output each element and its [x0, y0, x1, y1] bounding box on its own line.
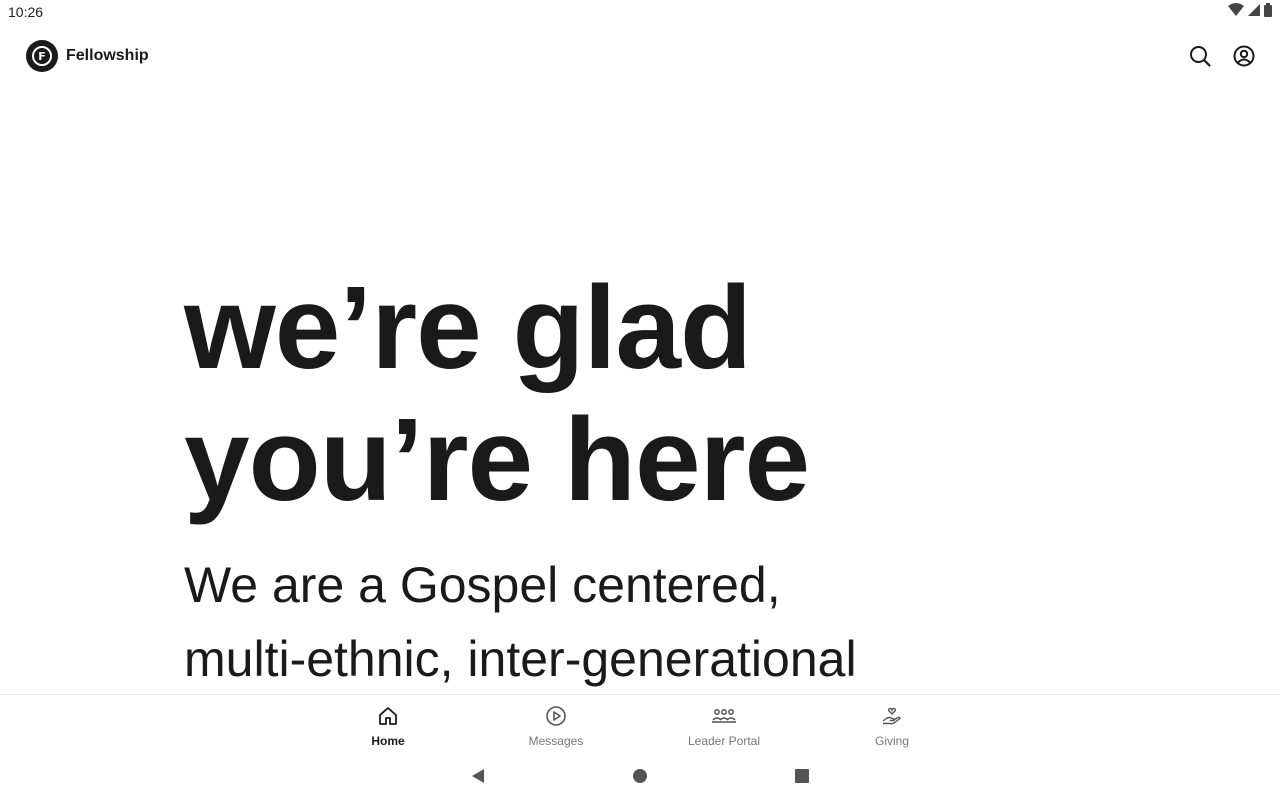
app-title: Fellowship — [66, 47, 149, 64]
account-icon[interactable] — [1232, 44, 1256, 68]
battery-icon — [1264, 2, 1272, 22]
hero-title-line-2: you’re here — [184, 394, 810, 526]
status-time: 10:26 — [8, 4, 44, 20]
group-icon — [711, 705, 737, 732]
nav-item-messages[interactable]: Messages — [472, 695, 640, 752]
hero-body-line-2: multi-ethnic, inter-generational — [184, 631, 857, 687]
status-icons — [1228, 2, 1272, 22]
fellowship-logo: F — [26, 40, 58, 72]
nav-label-home: Home — [371, 734, 405, 748]
hero-section: we’re glad you’re here We are a Gospel c… — [184, 262, 1084, 696]
nav-item-home[interactable]: Home — [304, 695, 472, 752]
signal-icon — [1248, 3, 1260, 21]
hero-title-line-1: we’re glad — [184, 262, 752, 394]
giving-hand-heart-icon — [881, 705, 903, 732]
hero-body-line-1: We are a Gospel centered, — [184, 557, 781, 613]
nav-item-leader-portal[interactable]: Leader Portal — [640, 695, 808, 752]
home-icon — [377, 705, 399, 732]
app-actions — [1188, 44, 1256, 68]
app-bar: F Fellowship — [0, 30, 1280, 82]
nav-label-leader-portal: Leader Portal — [687, 734, 761, 748]
logo-letter: F — [32, 46, 52, 66]
status-bar: 10:26 — [0, 0, 1280, 24]
wifi-icon — [1228, 2, 1244, 22]
nav-label-messages: Messages — [528, 734, 584, 748]
nav-item-giving[interactable]: Giving — [808, 695, 976, 752]
hero-title: we’re glad you’re here — [184, 262, 1084, 526]
nav-label-giving: Giving — [874, 734, 909, 748]
back-icon[interactable] — [470, 768, 486, 784]
hero-body: We are a Gospel centered, multi-ethnic, … — [184, 548, 964, 696]
home-circle-icon[interactable] — [632, 768, 648, 784]
system-nav-bar — [0, 752, 1280, 800]
play-circle-icon — [545, 705, 567, 732]
search-icon[interactable] — [1188, 44, 1212, 68]
bottom-nav: Home Messages Leader Portal Giving — [0, 694, 1280, 752]
brand[interactable]: F Fellowship — [26, 40, 149, 72]
recents-square-icon[interactable] — [794, 768, 810, 784]
